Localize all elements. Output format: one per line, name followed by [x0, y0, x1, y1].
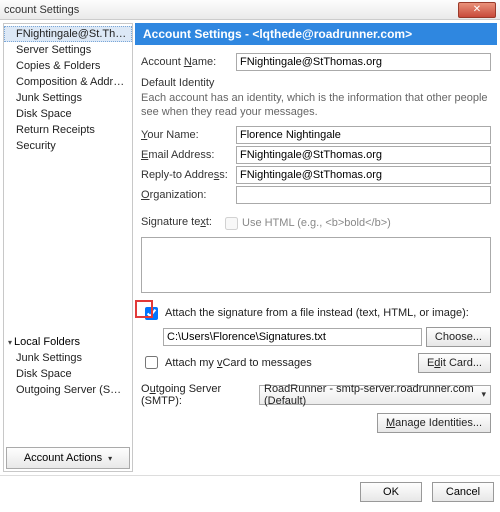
titlebar: ccount Settings ✕: [0, 0, 500, 20]
sidebar-item-junk[interactable]: Junk Settings: [4, 90, 132, 106]
desc-identity: Each account has an identity, which is t…: [141, 91, 491, 120]
account-actions-label: Account Actions: [24, 452, 102, 464]
label-attach-vcard: Attach my vCard to messages: [165, 357, 414, 369]
row-email: Email Address:: [141, 146, 491, 164]
input-your-name[interactable]: [236, 126, 491, 144]
sidebar-spacer: [4, 154, 132, 334]
close-button[interactable]: ✕: [458, 2, 496, 18]
row-vcard: Attach my vCard to messages Edit Card...: [141, 353, 491, 373]
row-signature-text: Signature text: Use HTML (e.g., <b>bold<…: [141, 212, 491, 233]
row-reply-to: Reply-to Address:: [141, 166, 491, 184]
label-smtp: Outgoing Server (SMTP):: [141, 383, 259, 407]
checkbox-attach-vcard[interactable]: [145, 356, 158, 369]
sidebar-item-return-receipts[interactable]: Return Receipts: [4, 122, 132, 138]
sidebar-item-local-junk[interactable]: Junk Settings: [4, 350, 132, 366]
dialog-footer: OK Cancel: [0, 475, 500, 508]
sidebar-item-local-disk[interactable]: Disk Space: [4, 366, 132, 382]
row-manage-identities: Manage Identities...: [141, 413, 491, 433]
label-organization: Organization:: [141, 189, 236, 201]
account-actions-button[interactable]: Account Actions: [6, 447, 130, 469]
row-organization: Organization:: [141, 186, 491, 204]
input-email[interactable]: [236, 146, 491, 164]
input-account-name[interactable]: [236, 53, 491, 71]
sidebar-item-composition[interactable]: Composition & Addressing: [4, 74, 132, 90]
input-reply-to[interactable]: [236, 166, 491, 184]
row-smtp: Outgoing Server (SMTP): RoadRunner - smt…: [141, 383, 491, 407]
label-email: Email Address:: [141, 149, 236, 161]
label-use-html: Use HTML (e.g., <b>bold</b>): [242, 217, 391, 229]
sidebar-item-server-settings[interactable]: Server Settings: [4, 42, 132, 58]
checkbox-use-html[interactable]: [225, 217, 238, 230]
sidebar-list: FNightingale@St.Thomas.org Server Settin…: [4, 24, 132, 445]
row-account-name: Account Name:: [141, 53, 491, 71]
checkbox-attach-file[interactable]: [145, 307, 158, 320]
cancel-button[interactable]: Cancel: [432, 482, 494, 502]
label-your-name: Your Name:: [141, 129, 236, 141]
ok-button[interactable]: OK: [360, 482, 422, 502]
sidebar: FNightingale@St.Thomas.org Server Settin…: [3, 23, 133, 472]
edit-card-button[interactable]: Edit Card...: [418, 353, 491, 373]
textarea-signature[interactable]: [141, 237, 491, 293]
label-account-name: Account Name:: [141, 56, 236, 68]
dialog-body: FNightingale@St.Thomas.org Server Settin…: [0, 20, 500, 475]
content-header: Account Settings - <lqthede@roadrunner.c…: [135, 23, 497, 45]
dropdown-smtp-value: RoadRunner - smtp-server.roadrunner.com …: [264, 383, 477, 407]
row-attach-file: Attach the signature from a file instead…: [141, 304, 491, 323]
sidebar-item-security[interactable]: Security: [4, 138, 132, 154]
sidebar-item-account[interactable]: FNightingale@St.Thomas.org: [4, 26, 132, 42]
label-reply-to: Reply-to Address:: [141, 169, 236, 181]
manage-identities-button[interactable]: Manage Identities...: [377, 413, 491, 433]
subhead-default-identity: Default Identity: [141, 77, 491, 89]
label-signature-text: Signature text:: [141, 216, 221, 228]
row-your-name: Your Name:: [141, 126, 491, 144]
label-attach-file: Attach the signature from a file instead…: [165, 307, 469, 319]
input-signature-path[interactable]: [163, 328, 422, 346]
sidebar-item-copies-folders[interactable]: Copies & Folders: [4, 58, 132, 74]
window-title: ccount Settings: [4, 4, 458, 16]
choose-button[interactable]: Choose...: [426, 327, 491, 347]
highlight-attach-checkbox: [141, 304, 161, 323]
sidebar-item-smtp[interactable]: Outgoing Server (SMTP): [4, 382, 132, 398]
sidebar-item-disk-space[interactable]: Disk Space: [4, 106, 132, 122]
use-html-wrapper: Use HTML (e.g., <b>bold</b>): [221, 214, 391, 233]
content-body: Account Name: Default Identity Each acco…: [135, 45, 497, 437]
content-pane: Account Settings - <lqthede@roadrunner.c…: [135, 23, 497, 472]
sidebar-group-local-folders[interactable]: Local Folders: [4, 334, 132, 350]
row-signature-path: Choose...: [141, 327, 491, 347]
dropdown-smtp[interactable]: RoadRunner - smtp-server.roadrunner.com …: [259, 385, 491, 405]
input-organization[interactable]: [236, 186, 491, 204]
